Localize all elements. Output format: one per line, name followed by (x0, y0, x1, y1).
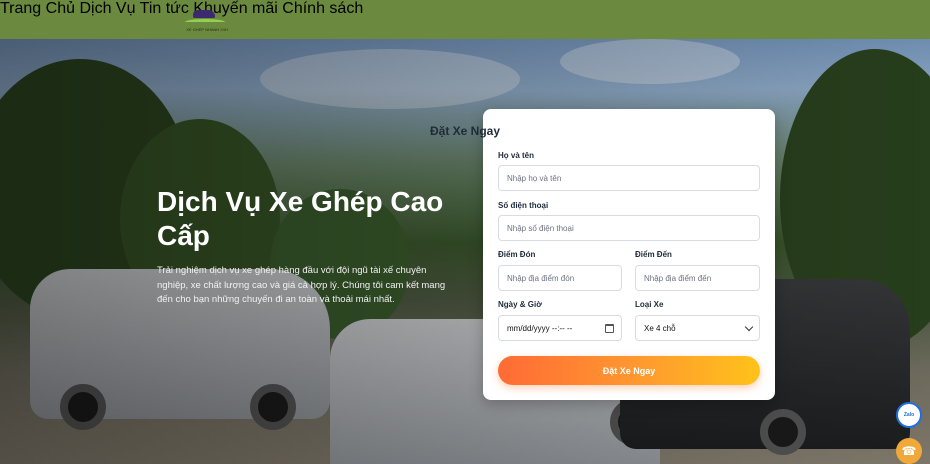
pickup-input[interactable]: Nhập địa điểm đón (498, 265, 622, 291)
hero-title: Dịch Vụ Xe Ghép Cao Cấp (157, 186, 444, 251)
logo-car-icon (193, 10, 215, 18)
datetime-input[interactable]: mm/dd/yyyy --:-- -- (498, 315, 622, 341)
datetime-label: Ngày & Giờ (498, 300, 542, 309)
dropoff-input-placeholder: Nhập địa điểm đến (644, 273, 712, 283)
vehicle-type-select[interactable]: Xe 4 chỗ (635, 315, 760, 341)
phone-icon[interactable]: ☎ (896, 438, 922, 464)
logo-text: XE GHÉP NHANH 24H (186, 27, 228, 32)
nav-link-home[interactable]: Trang Chủ (0, 0, 75, 17)
logo-swoosh-icon (185, 19, 225, 25)
vehicle-type-value: Xe 4 chỗ (644, 323, 676, 333)
hero-overlay (0, 39, 930, 464)
datetime-input-value: mm/dd/yyyy --:-- -- (507, 323, 573, 333)
hero-background (0, 39, 930, 464)
phone-label: Số điện thoại (498, 201, 549, 210)
name-input-placeholder: Nhập họ và tên (507, 173, 562, 183)
zalo-icon[interactable]: Zalo (896, 402, 922, 428)
nav-link-services[interactable]: Dịch Vụ (79, 0, 135, 17)
dropoff-input[interactable]: Nhập địa điểm đến (635, 265, 760, 291)
pickup-input-placeholder: Nhập địa điểm đón (507, 273, 575, 283)
zalo-label: Zalo (903, 412, 915, 418)
phone-input-placeholder: Nhập số điện thoại (507, 223, 574, 233)
chevron-down-icon (744, 322, 754, 332)
pickup-label: Điểm Đón (498, 250, 536, 259)
hero-description: Trải nghiệm dịch vụ xe ghép hàng đầu với… (157, 265, 446, 305)
nav-link-policy[interactable]: Chính sách (282, 0, 363, 17)
book-now-button[interactable]: Đặt Xe Ngay (498, 356, 760, 385)
site-logo[interactable]: XE GHÉP NHANH 24H (183, 5, 231, 35)
dropoff-label: Điểm Đến (635, 250, 672, 259)
nav-link-news[interactable]: Tin tức (140, 0, 189, 17)
booking-form-title: Đặt Xe Ngay (429, 124, 501, 138)
calendar-icon[interactable] (605, 324, 614, 333)
phone-input[interactable]: Nhập số điện thoại (498, 215, 760, 241)
name-label: Họ và tên (498, 151, 535, 160)
name-input[interactable]: Nhập họ và tên (498, 165, 760, 191)
vehicle-type-label: Loại Xe (635, 300, 664, 309)
top-navbar: XE GHÉP NHANH 24H Trang Chủ Dịch Vụ Tin … (0, 0, 930, 39)
